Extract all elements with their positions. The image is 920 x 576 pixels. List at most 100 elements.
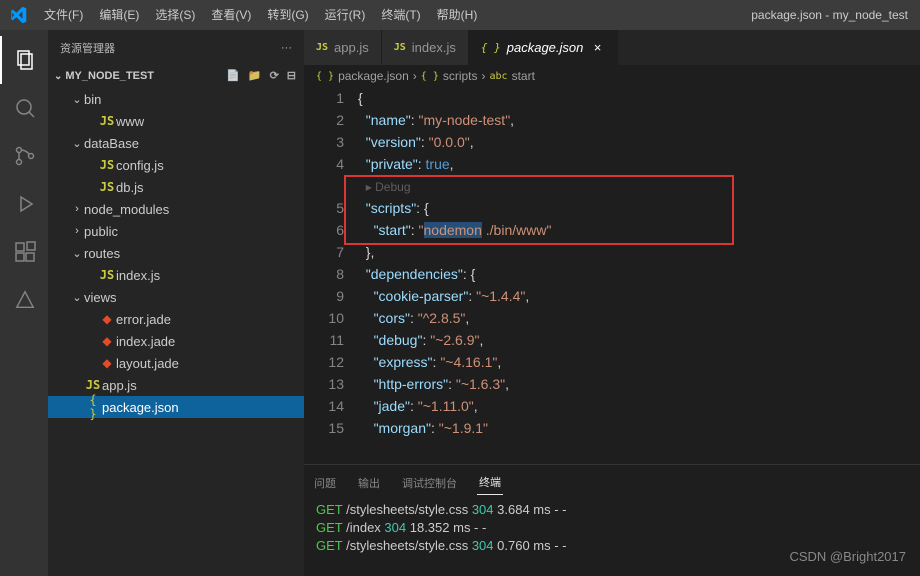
tree-file[interactable]: { }package.json — [48, 396, 304, 418]
tree-item-label: index.jade — [116, 334, 175, 349]
collapse-icon[interactable]: ⊟ — [285, 67, 298, 84]
tree-item-label: index.js — [116, 268, 160, 283]
breadcrumb-item[interactable]: { }package.json — [316, 69, 409, 83]
menu-item[interactable]: 终端(T) — [373, 0, 428, 30]
folder-header[interactable]: ⌄MY_NODE_TEST 📄 📁 ⟳ ⊟ — [48, 65, 304, 86]
code-line[interactable]: "start": "nodemon ./bin/www" — [358, 219, 920, 241]
code-line[interactable]: "morgan": "~1.9.1" — [358, 417, 920, 439]
chevron-icon: › — [70, 225, 84, 237]
js-file-icon: JS — [98, 180, 116, 194]
code-line[interactable]: "express": "~4.16.1", — [358, 351, 920, 373]
tab-label: app.js — [334, 40, 369, 55]
menu-item[interactable]: 文件(F) — [36, 0, 91, 30]
code-editor[interactable]: 123456789101112131415 { "name": "my-node… — [304, 87, 920, 464]
file-tree: ⌄binJSwww⌄dataBaseJSconfig.jsJSdb.js›nod… — [48, 86, 304, 576]
tree-folder[interactable]: ⌄dataBase — [48, 132, 304, 154]
editor-tabs: JSapp.jsJSindex.js{ }package.json× — [304, 30, 920, 65]
tree-file[interactable]: ◆error.jade — [48, 308, 304, 330]
tree-folder[interactable]: ›public — [48, 220, 304, 242]
js-file-icon: JS — [98, 114, 116, 128]
tree-item-label: layout.jade — [116, 356, 179, 371]
tree-item-label: dataBase — [84, 136, 139, 151]
js-file-icon: JS — [394, 42, 406, 53]
code-line[interactable]: "dependencies": { — [358, 263, 920, 285]
debug-icon[interactable] — [0, 180, 48, 228]
tree-item-label: bin — [84, 92, 101, 107]
tree-item-label: app.js — [102, 378, 137, 393]
terminal-line: GET /stylesheets/style.css 304 3.684 ms … — [316, 501, 908, 519]
code-line[interactable]: ▸ Debug — [358, 175, 920, 197]
menu-bar: 文件(F)编辑(E)选择(S)查看(V)转到(G)运行(R)终端(T)帮助(H) — [36, 0, 485, 30]
explorer-icon[interactable] — [0, 36, 48, 84]
tree-folder[interactable]: ⌄routes — [48, 242, 304, 264]
refresh-icon[interactable]: ⟳ — [268, 67, 281, 84]
code-line[interactable]: "scripts": { — [358, 197, 920, 219]
triangle-icon[interactable] — [0, 276, 48, 324]
tree-file[interactable]: ◆index.jade — [48, 330, 304, 352]
tab-label: package.json — [507, 40, 584, 55]
panel-tab[interactable]: 终端 — [477, 470, 503, 495]
tree-folder[interactable]: ›node_modules — [48, 198, 304, 220]
jade-file-icon: ◆ — [98, 356, 116, 370]
tree-item-label: views — [84, 290, 117, 305]
menu-item[interactable]: 帮助(H) — [429, 0, 486, 30]
code-line[interactable]: "name": "my-node-test", — [358, 109, 920, 131]
menu-item[interactable]: 编辑(E) — [91, 0, 147, 30]
source-control-icon[interactable] — [0, 132, 48, 180]
tree-item-label: error.jade — [116, 312, 171, 327]
jade-file-icon: ◆ — [98, 312, 116, 326]
terminal-line: GET /index 304 18.352 ms - - — [316, 519, 908, 537]
json-file-icon: { } — [84, 393, 102, 421]
close-icon[interactable]: × — [589, 40, 605, 55]
code-line[interactable]: "version": "0.0.0", — [358, 131, 920, 153]
tree-folder[interactable]: ⌄bin — [48, 88, 304, 110]
js-file-icon: JS — [316, 42, 328, 53]
menu-item[interactable]: 运行(R) — [317, 0, 374, 30]
breadcrumb-item[interactable]: { }scripts — [421, 69, 478, 83]
new-file-icon[interactable]: 📄 — [224, 67, 242, 84]
activity-bar — [0, 30, 48, 576]
extensions-icon[interactable] — [0, 228, 48, 276]
chevron-icon: ⌄ — [70, 93, 84, 106]
tab-label: index.js — [412, 40, 456, 55]
tree-file[interactable]: JSdb.js — [48, 176, 304, 198]
code-line[interactable]: "cookie-parser": "~1.4.4", — [358, 285, 920, 307]
tree-file[interactable]: JSwww — [48, 110, 304, 132]
tree-item-label: node_modules — [84, 202, 169, 217]
tree-file[interactable]: JSconfig.js — [48, 154, 304, 176]
chevron-icon: ⌄ — [70, 137, 84, 150]
js-file-icon: JS — [98, 268, 116, 282]
code-line[interactable]: { — [358, 87, 920, 109]
tree-item-label: public — [84, 224, 118, 239]
chevron-icon: › — [70, 203, 84, 215]
tree-file[interactable]: ◆layout.jade — [48, 352, 304, 374]
code-line[interactable]: "private": true, — [358, 153, 920, 175]
sidebar-title: 资源管理器 — [60, 40, 115, 56]
code-line[interactable]: "jade": "~1.11.0", — [358, 395, 920, 417]
sidebar-explorer: 资源管理器 ··· ⌄MY_NODE_TEST 📄 📁 ⟳ ⊟ ⌄binJSww… — [48, 30, 304, 576]
code-line[interactable]: }, — [358, 241, 920, 263]
menu-item[interactable]: 查看(V) — [203, 0, 259, 30]
breadcrumb-item[interactable]: abcstart — [490, 69, 535, 83]
panel-tab[interactable]: 输出 — [356, 471, 382, 495]
breadcrumbs[interactable]: { }package.json›{ }scripts›abcstart — [304, 65, 920, 87]
editor-tab[interactable]: JS app.js — [304, 30, 382, 65]
panel-tab[interactable]: 调试控制台 — [400, 471, 459, 495]
sidebar-header: 资源管理器 ··· — [48, 30, 304, 65]
menu-item[interactable]: 选择(S) — [147, 0, 203, 30]
menu-item[interactable]: 转到(G) — [259, 0, 316, 30]
code-line[interactable]: "debug": "~2.6.9", — [358, 329, 920, 351]
editor-tab[interactable]: JS index.js — [382, 30, 469, 65]
editor-tab[interactable]: { }package.json× — [469, 30, 619, 65]
search-icon[interactable] — [0, 84, 48, 132]
code-line[interactable]: "cors": "^2.8.5", — [358, 307, 920, 329]
chevron-icon: ⌄ — [70, 247, 84, 260]
tree-item-label: db.js — [116, 180, 143, 195]
code-line[interactable]: "http-errors": "~1.6.3", — [358, 373, 920, 395]
new-folder-icon[interactable]: 📁 — [246, 67, 264, 84]
panel-tab[interactable]: 问题 — [312, 471, 338, 495]
js-file-icon: JS — [98, 158, 116, 172]
tree-file[interactable]: JSindex.js — [48, 264, 304, 286]
tree-folder[interactable]: ⌄views — [48, 286, 304, 308]
more-icon[interactable]: ··· — [281, 42, 292, 54]
